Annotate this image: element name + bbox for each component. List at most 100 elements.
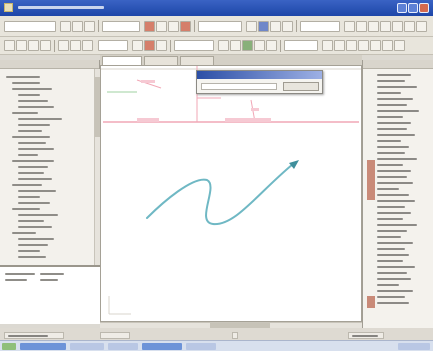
toolbar-button[interactable] (242, 40, 253, 51)
tree-item[interactable] (18, 190, 56, 192)
color-button[interactable] (180, 21, 191, 32)
list-item[interactable] (377, 290, 413, 292)
tree-item[interactable] (18, 154, 38, 156)
toolbar-field[interactable] (284, 40, 318, 51)
lineweight-dropdown[interactable] (300, 21, 340, 32)
close-button[interactable] (419, 3, 429, 13)
right-panel-list[interactable] (377, 74, 425, 320)
list-item[interactable] (377, 116, 403, 118)
toolbar-button[interactable] (72, 21, 83, 32)
toolbar-button[interactable] (404, 21, 415, 32)
tree-item[interactable] (18, 118, 62, 120)
toolbar-button[interactable] (270, 21, 281, 32)
status-cell[interactable] (232, 332, 238, 339)
toolbar-button[interactable] (394, 40, 405, 51)
taskbar-item[interactable] (142, 343, 182, 350)
list-item[interactable] (377, 122, 411, 124)
list-item[interactable] (377, 242, 413, 244)
taskbar-item[interactable] (108, 343, 138, 350)
list-item[interactable] (377, 74, 411, 76)
tree-item[interactable] (18, 124, 50, 126)
tree-item[interactable] (18, 106, 54, 108)
tree-item[interactable] (18, 94, 40, 96)
minimize-button[interactable] (397, 3, 407, 13)
list-item[interactable] (377, 98, 413, 100)
list-item[interactable] (377, 164, 403, 166)
list-item[interactable] (377, 158, 417, 160)
toolbar-button[interactable] (334, 40, 345, 51)
toolbar-button[interactable] (266, 40, 277, 51)
toolbar-button[interactable] (370, 40, 381, 51)
list-item[interactable] (377, 266, 415, 268)
tree-item[interactable] (12, 112, 38, 114)
list-item[interactable] (377, 170, 411, 172)
toolbar-button[interactable] (156, 21, 167, 32)
tree-item[interactable] (12, 82, 40, 84)
tree-item[interactable] (18, 238, 54, 240)
tree-item[interactable] (18, 148, 54, 150)
toolbar-button[interactable] (258, 21, 269, 32)
list-item[interactable] (377, 86, 417, 88)
list-item[interactable] (377, 302, 409, 304)
tree-item[interactable] (18, 226, 52, 228)
list-item[interactable] (377, 194, 409, 196)
tree-item[interactable] (18, 202, 50, 204)
tree-item[interactable] (18, 142, 46, 144)
tree-item[interactable] (18, 100, 48, 102)
toolbar-button[interactable] (156, 40, 167, 51)
tree-item[interactable] (12, 184, 42, 186)
toolbar-button[interactable] (144, 40, 155, 51)
curve-path[interactable] (146, 163, 294, 226)
tree-item[interactable] (18, 244, 48, 246)
list-item[interactable] (377, 80, 405, 82)
list-item[interactable] (377, 152, 405, 154)
list-item[interactable] (377, 176, 407, 178)
tree-item[interactable] (12, 88, 52, 90)
toolbar-button[interactable] (344, 21, 355, 32)
tab-layout[interactable] (144, 56, 178, 65)
list-item[interactable] (377, 218, 403, 220)
list-item[interactable] (377, 140, 401, 142)
list-item[interactable] (377, 128, 407, 130)
toolbar-button[interactable] (282, 21, 293, 32)
tab-drawing[interactable] (102, 56, 142, 65)
list-item[interactable] (377, 200, 415, 202)
popup-button[interactable] (283, 82, 319, 91)
tree-item[interactable] (12, 136, 50, 138)
toolbar-button[interactable] (40, 40, 51, 51)
toolbar-button[interactable] (70, 40, 81, 51)
list-item[interactable] (377, 212, 411, 214)
toolbar-button[interactable] (16, 40, 27, 51)
tree-item[interactable] (18, 256, 46, 258)
drawing-canvas[interactable] (100, 65, 362, 322)
popup-field[interactable] (201, 83, 277, 90)
toolbar-button[interactable] (4, 40, 15, 51)
list-item[interactable] (377, 92, 401, 94)
list-item[interactable] (377, 254, 409, 256)
taskbar-item[interactable] (186, 343, 216, 350)
list-item[interactable] (377, 224, 417, 226)
taskbar-item[interactable] (70, 343, 104, 350)
list-item[interactable] (377, 146, 409, 148)
toolbar-button[interactable] (218, 40, 229, 51)
toolbar-field[interactable] (98, 40, 128, 51)
list-item[interactable] (377, 206, 405, 208)
popup-title-bar[interactable] (197, 71, 322, 79)
toolbar-button[interactable] (356, 21, 367, 32)
tree-item[interactable] (18, 196, 40, 198)
tree-item[interactable] (12, 160, 54, 162)
list-item[interactable] (377, 236, 401, 238)
toolbar-button[interactable] (58, 40, 69, 51)
toolbar-button[interactable] (346, 40, 357, 51)
system-tray[interactable] (398, 343, 430, 350)
start-button[interactable] (2, 343, 16, 350)
toolbar-button[interactable] (416, 21, 427, 32)
list-item[interactable] (377, 278, 411, 280)
toolbar-button[interactable] (322, 40, 333, 51)
title-bar[interactable] (0, 0, 433, 16)
toolbar-button[interactable] (230, 40, 241, 51)
list-item[interactable] (377, 182, 413, 184)
toolbar-button[interactable] (392, 21, 403, 32)
list-item[interactable] (377, 296, 405, 298)
list-item[interactable] (377, 134, 415, 136)
